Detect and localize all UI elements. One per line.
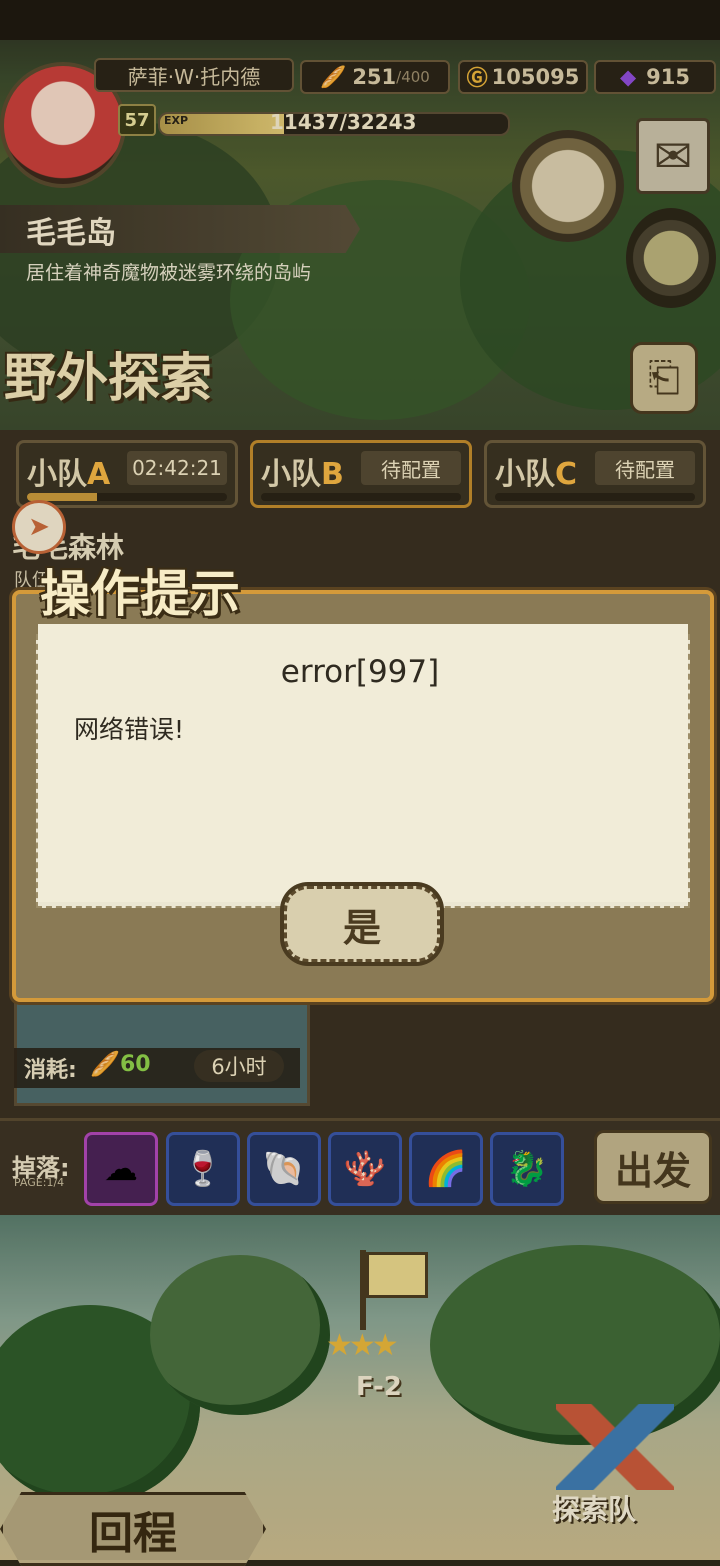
error-message: 网络错误!	[74, 715, 185, 744]
confirm-button[interactable]: 是	[284, 886, 440, 962]
error-code: error[997]	[280, 654, 440, 690]
dialog-title: 操作提示	[40, 564, 240, 623]
